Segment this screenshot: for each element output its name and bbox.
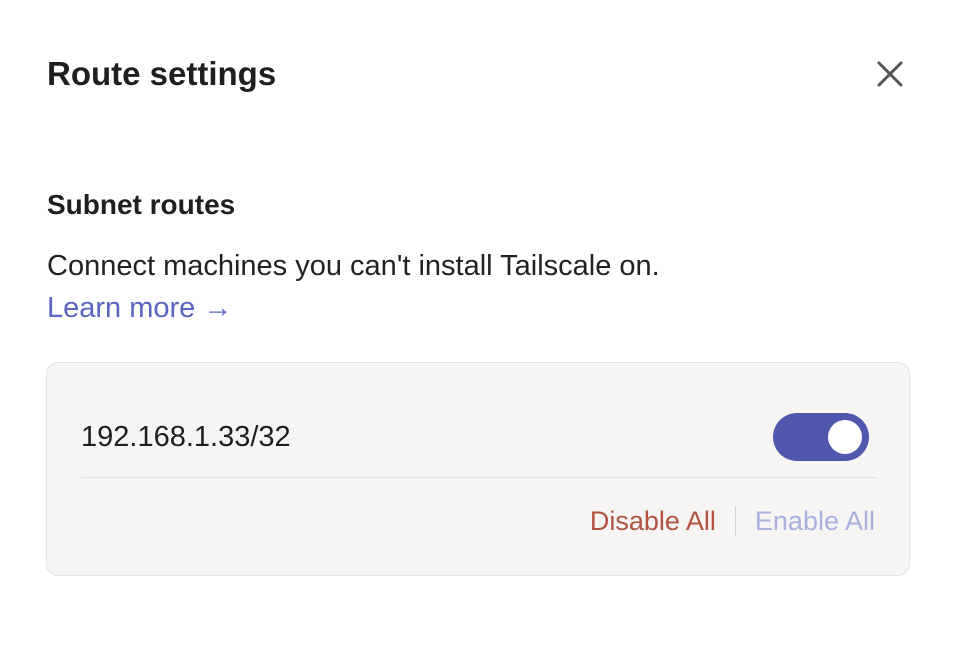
subnet-routes-description: Connect machines you can't install Tails… xyxy=(47,250,660,282)
route-settings-dialog: Route settings Subnet routes Connect mac… xyxy=(0,0,956,650)
disable-all-button[interactable]: Disable All xyxy=(590,503,716,539)
learn-more-link[interactable]: Learn more → xyxy=(47,290,232,326)
bulk-actions: Disable All Enable All xyxy=(590,503,875,539)
close-button[interactable] xyxy=(866,50,914,98)
enable-all-button[interactable]: Enable All xyxy=(755,503,875,539)
actions-divider xyxy=(734,506,736,536)
dialog-title: Route settings xyxy=(47,55,277,92)
route-row: 192.168.1.33/32 xyxy=(81,363,877,478)
subnet-routes-heading: Subnet routes xyxy=(47,189,236,220)
route-enabled-toggle[interactable] xyxy=(773,413,869,461)
subnet-routes-card: 192.168.1.33/32 Disable All Enable All xyxy=(46,362,910,576)
close-icon xyxy=(877,61,903,87)
route-cidr: 192.168.1.33/32 xyxy=(81,421,291,453)
toggle-knob xyxy=(828,420,862,454)
